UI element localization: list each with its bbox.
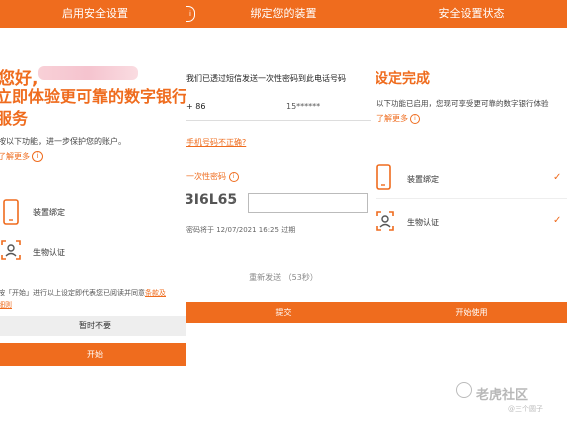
face-scan-icon bbox=[376, 211, 394, 231]
check-icon: ✓ bbox=[553, 215, 562, 226]
watermark-sub: @三个圆子 bbox=[508, 405, 543, 413]
terms-link-cont[interactable]: 细则 bbox=[0, 301, 12, 309]
face-scan-icon bbox=[1, 240, 21, 260]
page-title: 立即体验更可靠的数字银行服务 bbox=[0, 87, 189, 128]
panel-header: 启用安全设置 bbox=[0, 0, 190, 28]
country-code: + 86 bbox=[186, 102, 206, 111]
phone-number: 15****** bbox=[286, 102, 321, 111]
info-icon[interactable]: i bbox=[228, 171, 239, 182]
otp-label: 一次性密码 i bbox=[186, 171, 239, 182]
info-icon[interactable]: i bbox=[32, 151, 43, 162]
feature-biometric: 生物认证 bbox=[407, 218, 439, 227]
start-using-button[interactable]: 开始使用 bbox=[376, 302, 567, 323]
watermark-logo-icon bbox=[456, 382, 472, 398]
wrong-number-link[interactable]: 手机号码不正确? bbox=[186, 137, 246, 148]
done-title: 设定完成 bbox=[376, 71, 430, 87]
phone-icon bbox=[3, 199, 19, 225]
divider bbox=[376, 198, 567, 199]
feature-device-binding: 装置绑定 bbox=[407, 175, 439, 184]
otp-expiry: 密码将于 12/07/2021 16:25 过期 bbox=[186, 226, 296, 234]
feature-biometric: 生物认证 bbox=[33, 248, 65, 257]
terms-link[interactable]: 条款及 bbox=[145, 289, 166, 297]
done-description: 以下功能已启用，您现可享受更可靠的数字银行体验 bbox=[376, 99, 549, 108]
divider bbox=[186, 120, 371, 121]
sms-intro: 我们已透过短信发送一次性密码到此电话号码 bbox=[186, 74, 346, 83]
status-panel: 安全设置状态 设定完成 以下功能已启用，您现可享受更可靠的数字银行体验 了解更多… bbox=[376, 0, 567, 426]
feature-device-binding: 装置绑定 bbox=[33, 208, 65, 217]
check-icon: ✓ bbox=[553, 172, 562, 183]
watermark: 老虎社区 bbox=[476, 388, 529, 403]
resend-button[interactable]: 重新发送 （53秒） bbox=[186, 272, 381, 283]
setup-panel: 启用安全设置 您好, 立即体验更可靠的数字银行服务 按以下功能，进一步保护您的账… bbox=[0, 0, 190, 426]
subtitle: 按以下功能，进一步保护您的账户。 bbox=[0, 137, 126, 146]
learn-more-link[interactable]: 了解更多 i bbox=[376, 113, 420, 124]
learn-more-link[interactable]: 了解更多 i bbox=[0, 151, 43, 162]
otp-prefix: 3I6L65 bbox=[186, 192, 238, 208]
submit-button[interactable]: 提交 bbox=[186, 302, 381, 323]
panel-header: 绑定您的装置 bbox=[186, 0, 381, 28]
bind-device-panel: 绑定您的装置 i 我们已透过短信发送一次性密码到此电话号码 + 86 15***… bbox=[186, 0, 381, 426]
not-now-button[interactable]: 暂时不要 bbox=[0, 316, 190, 336]
panel-header: 安全设置状态 bbox=[376, 0, 567, 28]
start-button[interactable]: 开始 bbox=[0, 343, 190, 366]
legal-text: 按「开始」进行以上设定即代表您已阅读并同意条款及 细则 bbox=[0, 289, 166, 309]
redacted-name bbox=[38, 66, 138, 80]
otp-dash: - bbox=[232, 196, 236, 207]
info-icon[interactable]: i bbox=[410, 113, 420, 124]
otp-input[interactable] bbox=[248, 193, 368, 213]
phone-icon bbox=[376, 164, 391, 190]
